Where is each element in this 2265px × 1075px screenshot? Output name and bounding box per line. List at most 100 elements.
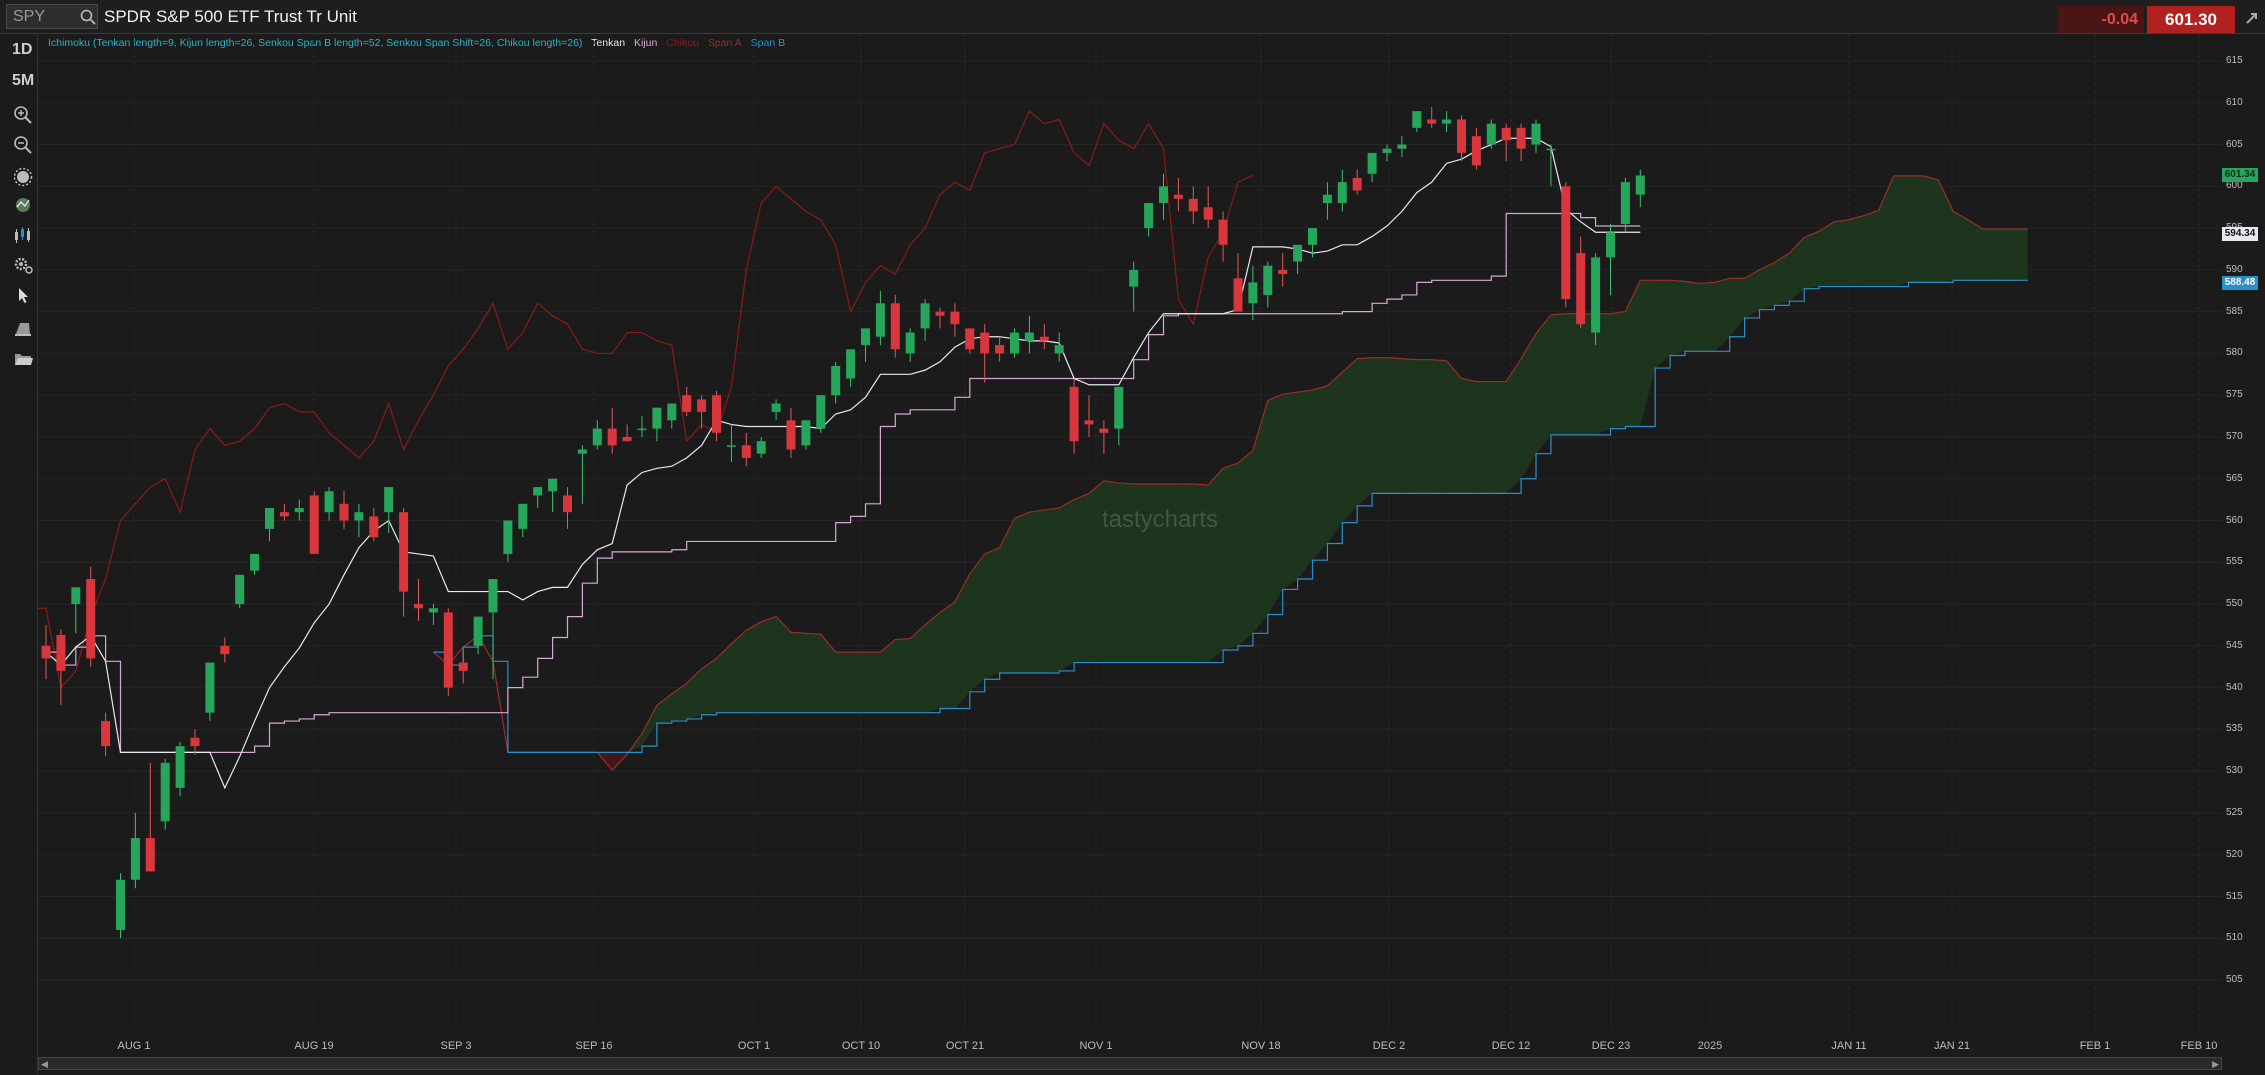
candle-body (235, 574, 245, 605)
scroll-left-arrow-icon[interactable]: ◀ (41, 1059, 48, 1070)
price-axis[interactable]: 6156106056005955905855805755705655605555… (2222, 34, 2265, 1039)
last-price-axis-badge: 601.34 (2222, 168, 2258, 183)
cloud-segment (1625, 280, 1641, 427)
cloud-segment (1357, 357, 1373, 506)
studies-icon[interactable] (12, 194, 34, 216)
candle-body (846, 349, 856, 379)
candle-body (1576, 253, 1586, 325)
cloud-segment (1968, 219, 1983, 281)
candle-body (890, 303, 900, 350)
candle-body (250, 553, 260, 571)
cloud-segment (1863, 210, 1879, 287)
symbol-search-box[interactable] (6, 4, 98, 29)
candle-body (324, 491, 334, 513)
candle-body (771, 403, 781, 412)
timeframe-button[interactable]: 1D (12, 41, 32, 59)
candle-body (682, 395, 692, 412)
chikou-line (38, 110, 1254, 689)
candle-body (995, 345, 1005, 354)
cloud-segment (1819, 221, 1834, 287)
cursor-icon[interactable] (12, 284, 34, 306)
time-tick-label: NOV 1 (1079, 1040, 1113, 1052)
candle-body (86, 579, 96, 659)
price-tick-label: 510 (2226, 932, 2243, 944)
candle-body (563, 495, 572, 513)
candle-body (1010, 332, 1019, 354)
candle-body (458, 662, 468, 671)
candle-body (1322, 194, 1332, 204)
candle-body (1620, 182, 1630, 224)
settings-icon[interactable] (12, 254, 34, 276)
cloud-segment (1446, 360, 1462, 494)
interval-button[interactable]: 5M (12, 72, 34, 90)
cloud-segment (656, 693, 672, 724)
cloud-segment (746, 621, 762, 713)
price-tick-label: 540 (2226, 681, 2243, 693)
candle-body (1486, 123, 1496, 145)
candle-body (667, 403, 677, 421)
price-tick-label: 585 (2226, 305, 2243, 317)
chart-type-icon[interactable] (12, 224, 34, 246)
candle-body (1561, 186, 1571, 300)
time-tick-label: OCT 1 (737, 1040, 771, 1052)
candle-body (1024, 332, 1034, 341)
cloud-segment (969, 553, 985, 692)
cloud-segment (999, 518, 1015, 674)
zoom-out-icon[interactable] (12, 134, 34, 156)
time-tick-label: DEC 23 (1591, 1040, 1631, 1052)
time-tick-label: JAN 21 (1933, 1040, 1971, 1052)
candle-body (309, 495, 319, 554)
cloud-segment (850, 652, 866, 713)
candle-body (1293, 244, 1303, 262)
price-tick-label: 525 (2226, 806, 2243, 818)
candle-body (741, 445, 751, 458)
candle-body (414, 604, 423, 609)
cloud-segment (1550, 313, 1566, 435)
cloud-segment (1461, 378, 1477, 494)
net-change-badge: -0.04 (2058, 6, 2144, 33)
cloud-segment (791, 632, 806, 713)
cloud-segment (1223, 463, 1238, 651)
candle-body (1591, 257, 1601, 333)
candle-body (1084, 420, 1094, 425)
candle-body (1144, 203, 1154, 229)
cloud-segment (1372, 357, 1387, 494)
candle-body (56, 634, 66, 671)
span-b-axis-badge: 588.48 (2222, 275, 2258, 290)
price-tick-label: 560 (2226, 514, 2243, 526)
candle-body (473, 616, 483, 646)
candle-body (1367, 152, 1377, 174)
cloud-segment (865, 652, 881, 713)
candle-body (1173, 194, 1183, 199)
time-tick-label: DEC 2 (1372, 1040, 1406, 1052)
candle-body (726, 445, 736, 447)
candle-body (71, 587, 81, 605)
candle-body (801, 420, 811, 446)
candle-body (488, 579, 498, 613)
candle-body (577, 449, 587, 454)
cloud-segment (925, 612, 940, 713)
price-chart[interactable] (38, 34, 2222, 1034)
cloud-segment (642, 705, 657, 747)
candle-body (533, 487, 543, 496)
candle-body (1457, 119, 1466, 153)
price-tick-label: 555 (2226, 556, 2243, 568)
time-tick-label: OCT 21 (945, 1040, 985, 1052)
candle-body (1442, 119, 1452, 124)
time-axis[interactable]: AUG 1 AUG 19 SEP 3 SEP 16 OCT 1 OCT 10 OCT 21 N… (38, 1034, 2222, 1056)
candle-body (384, 487, 394, 513)
time-tick-label: FEB 10 (2180, 1040, 2218, 1052)
search-icon[interactable] (79, 8, 97, 26)
zoom-in-icon[interactable] (12, 104, 34, 126)
candle-body (697, 399, 707, 412)
symbol-input[interactable] (13, 7, 73, 26)
folder-icon[interactable] (12, 348, 34, 370)
expand-icon[interactable] (2242, 8, 2262, 28)
chart-scrollbar[interactable]: ◀ ▶ (38, 1057, 2222, 1070)
candle-body (1218, 219, 1228, 245)
watermark: tastycharts (1102, 506, 1219, 533)
ichimoku-icon[interactable] (12, 166, 34, 188)
drawing-icon[interactable] (12, 318, 34, 340)
cloud-segment (1789, 237, 1805, 302)
scroll-right-arrow-icon[interactable]: ▶ (2212, 1059, 2219, 1070)
